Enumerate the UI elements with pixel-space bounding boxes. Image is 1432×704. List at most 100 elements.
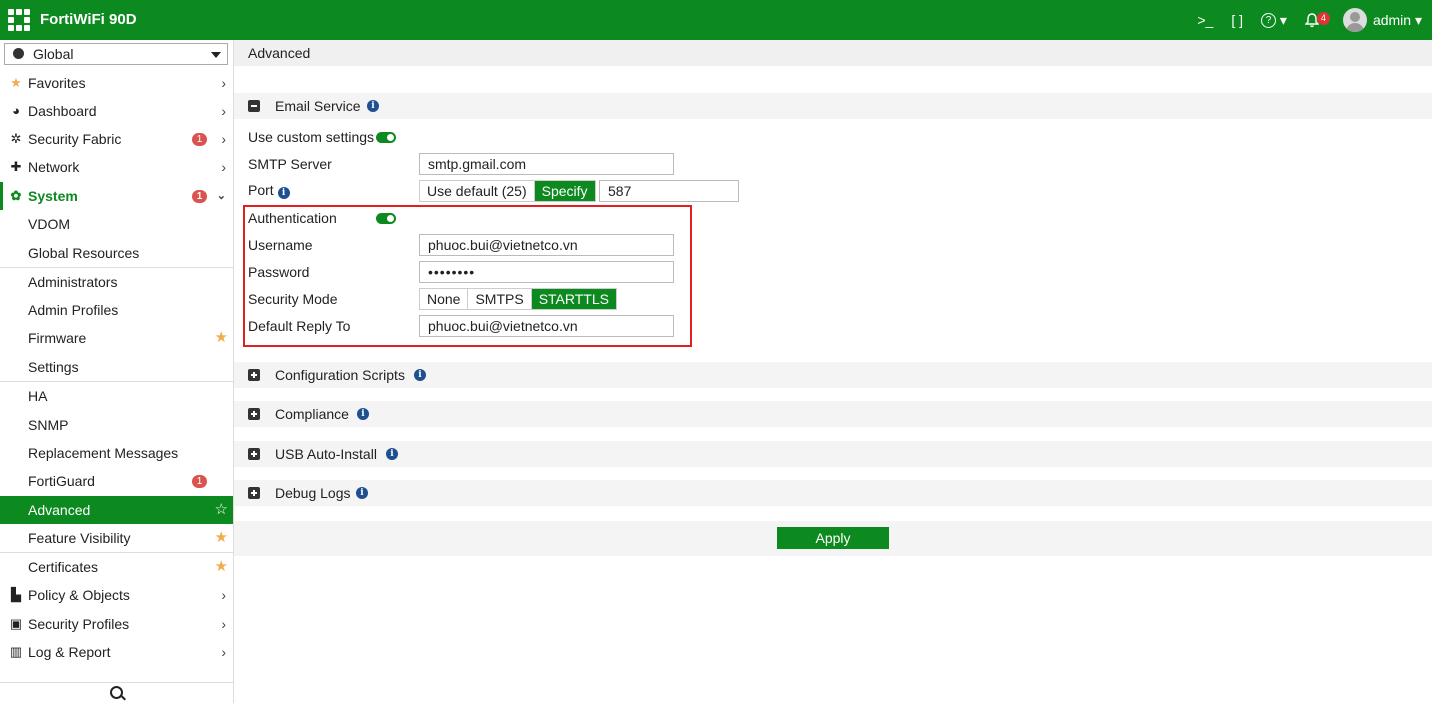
chevron-right-icon: › bbox=[221, 616, 226, 632]
security-mode-selector: None SMTPS STARTTLS bbox=[419, 288, 617, 310]
port-mode-toggle: Use default (25) Specify bbox=[419, 180, 596, 202]
vdom-value: Global bbox=[33, 46, 74, 62]
expand-icon[interactable] bbox=[248, 369, 260, 381]
sidebar-item-network[interactable]: ✚ Network › bbox=[0, 153, 233, 181]
security-option-none[interactable]: None bbox=[420, 289, 469, 309]
cli-console-icon[interactable]: >_ bbox=[1197, 12, 1213, 28]
sidebar-item-admin-profiles[interactable]: Admin Profiles bbox=[0, 296, 233, 324]
password-input[interactable]: •••••••• bbox=[419, 261, 674, 283]
chart-icon: ▥ bbox=[9, 644, 23, 659]
favorite-star-icon[interactable]: ★ bbox=[215, 324, 228, 352]
policy-icon: ▙ bbox=[11, 587, 21, 602]
sidebar-item-policy-objects[interactable]: ▙ Policy & Objects › bbox=[0, 581, 233, 609]
chevron-right-icon: › bbox=[221, 587, 226, 603]
chevron-down-icon: ⌄ bbox=[216, 190, 226, 202]
sidebar: Global ★ Favorites › ◕ Dashboard › ✲ Sec… bbox=[0, 40, 234, 703]
sidebar-item-feature-visibility[interactable]: Feature Visibility ★ bbox=[0, 524, 233, 552]
chevron-down-icon bbox=[211, 52, 221, 58]
notifications-icon[interactable]: 4 bbox=[1304, 11, 1330, 28]
smtp-server-input[interactable]: smtp.gmail.com bbox=[419, 153, 674, 175]
sidebar-item-settings[interactable]: Settings bbox=[0, 353, 233, 381]
info-icon[interactable]: i bbox=[277, 187, 290, 199]
sidebar-item-vdom[interactable]: VDOM bbox=[0, 210, 233, 238]
section-compliance[interactable]: Compliance i bbox=[234, 401, 1432, 427]
security-option-smtps[interactable]: SMTPS bbox=[468, 289, 532, 309]
section-configuration-scripts[interactable]: Configuration Scripts i bbox=[234, 362, 1432, 388]
favorite-star-icon[interactable]: ★ bbox=[215, 553, 228, 581]
help-icon[interactable]: ? ▾ bbox=[1261, 12, 1287, 29]
port-label: Port i bbox=[248, 182, 290, 199]
sidebar-item-fortiguard[interactable]: FortiGuard 1 bbox=[0, 467, 233, 495]
sidebar-item-administrators[interactable]: Administrators bbox=[0, 268, 233, 296]
sidebar-item-replacement-messages[interactable]: Replacement Messages bbox=[0, 439, 233, 467]
sidebar-item-dashboard[interactable]: ◕ Dashboard › bbox=[0, 97, 233, 125]
breadcrumb: Advanced bbox=[234, 40, 1432, 66]
port-specify-option[interactable]: Specify bbox=[534, 181, 595, 201]
info-icon[interactable]: i bbox=[414, 369, 426, 381]
info-icon[interactable]: i bbox=[357, 408, 369, 420]
vdom-select[interactable]: Global bbox=[4, 43, 228, 65]
top-bar: FortiWiFi 90D >_ [ ] ? ▾ 4 admin ▾ bbox=[0, 0, 1432, 40]
expand-icon[interactable] bbox=[248, 487, 260, 499]
use-custom-toggle[interactable] bbox=[376, 132, 396, 143]
star-icon: ★ bbox=[10, 75, 22, 90]
main-content: Advanced Email Service i Use custom sett… bbox=[234, 40, 1432, 703]
device-name: FortiWiFi 90D bbox=[40, 11, 137, 28]
sidebar-item-snmp[interactable]: SNMP bbox=[0, 411, 233, 439]
alert-badge: 1 bbox=[192, 133, 207, 146]
sidebar-item-security-fabric[interactable]: ✲ Security Fabric 1 › bbox=[0, 125, 233, 153]
default-reply-label: Default Reply To bbox=[248, 318, 351, 334]
sidebar-item-firmware[interactable]: Firmware ★ bbox=[0, 324, 233, 352]
sidebar-item-log-report[interactable]: ▥ Log & Report › bbox=[0, 638, 233, 666]
dashboard-icon: ◕ bbox=[12, 103, 20, 118]
chevron-right-icon: › bbox=[221, 131, 226, 147]
network-icon: ✚ bbox=[10, 159, 22, 174]
collapse-icon[interactable] bbox=[248, 100, 260, 112]
sidebar-item-favorites[interactable]: ★ Favorites › bbox=[0, 69, 233, 97]
notification-count-badge: 4 bbox=[1316, 11, 1330, 25]
sidebar-item-certificates[interactable]: Certificates ★ bbox=[0, 553, 233, 581]
fullscreen-icon[interactable]: [ ] bbox=[1231, 12, 1243, 28]
search-icon bbox=[110, 686, 123, 699]
favorite-star-outline-icon[interactable]: ☆ bbox=[215, 496, 228, 524]
section-email-service[interactable]: Email Service i bbox=[234, 93, 1432, 119]
username-label: Username bbox=[248, 237, 313, 253]
page-title: Advanced bbox=[248, 45, 311, 61]
apply-button[interactable]: Apply bbox=[777, 527, 889, 549]
security-mode-label: Security Mode bbox=[248, 291, 338, 307]
info-icon[interactable]: i bbox=[367, 100, 379, 112]
user-menu[interactable]: admin ▾ bbox=[1342, 8, 1422, 32]
port-input[interactable]: 587 bbox=[599, 180, 739, 202]
section-debug-logs[interactable]: Debug Logs i bbox=[234, 480, 1432, 506]
gear-icon: ✿ bbox=[10, 188, 22, 203]
apply-bar: Apply bbox=[234, 521, 1432, 556]
expand-icon[interactable] bbox=[248, 448, 260, 460]
favorite-star-icon[interactable]: ★ bbox=[215, 524, 228, 552]
fabric-icon: ✲ bbox=[10, 131, 22, 146]
fortinet-logo-icon bbox=[8, 9, 30, 31]
sidebar-item-ha[interactable]: HA bbox=[0, 382, 233, 410]
use-custom-label: Use custom settings bbox=[248, 129, 375, 145]
globe-icon bbox=[13, 48, 24, 59]
sidebar-item-security-profiles[interactable]: ▣ Security Profiles › bbox=[0, 610, 233, 638]
chevron-right-icon: › bbox=[221, 75, 226, 91]
username-input[interactable]: phuoc.bui@vietnetco.vn bbox=[419, 234, 674, 256]
security-option-starttls[interactable]: STARTTLS bbox=[531, 289, 616, 309]
port-default-option[interactable]: Use default (25) bbox=[420, 181, 535, 201]
password-label: Password bbox=[248, 264, 310, 280]
user-name: admin bbox=[1372, 12, 1412, 28]
section-usb-auto-install[interactable]: USB Auto-Install i bbox=[234, 441, 1432, 467]
smtp-server-label: SMTP Server bbox=[248, 156, 332, 172]
default-reply-input[interactable]: phuoc.bui@vietnetco.vn bbox=[419, 315, 674, 337]
info-icon[interactable]: i bbox=[386, 448, 398, 460]
info-icon[interactable]: i bbox=[356, 487, 368, 499]
authentication-toggle[interactable] bbox=[376, 213, 396, 224]
sidebar-item-system[interactable]: ✿ System 1 ⌄ bbox=[0, 182, 233, 210]
sidebar-item-advanced[interactable]: Advanced ☆ bbox=[0, 496, 233, 524]
authentication-label: Authentication bbox=[248, 210, 337, 226]
avatar bbox=[1342, 8, 1367, 32]
alert-badge: 1 bbox=[192, 190, 207, 203]
sidebar-search[interactable] bbox=[0, 682, 233, 704]
sidebar-item-global-resources[interactable]: Global Resources bbox=[0, 239, 233, 267]
expand-icon[interactable] bbox=[248, 408, 260, 420]
